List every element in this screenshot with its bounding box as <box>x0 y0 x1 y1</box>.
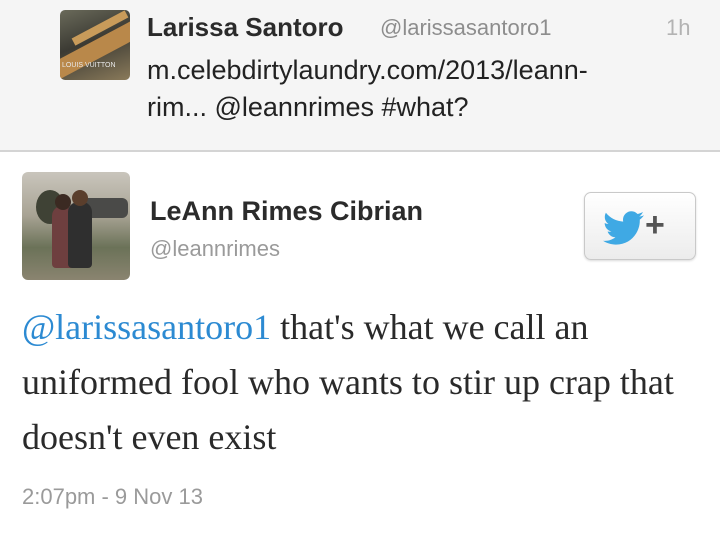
avatar-detail <box>72 190 88 206</box>
tweet-timestamp[interactable]: 2:07pm - 9 Nov 13 <box>22 484 203 510</box>
avatar-detail <box>55 194 71 210</box>
main-author-name[interactable]: LeAnn Rimes Cibrian <box>150 196 423 227</box>
reply-tweet-text-line: rim... @leannrimes #what? <box>147 92 469 122</box>
main-tweet-text: @larissasantoro1 that's what we call an … <box>22 300 702 465</box>
main-author-avatar[interactable] <box>22 172 130 280</box>
avatar-detail <box>68 202 92 268</box>
avatar-brand-text: LOUIS VUITTON <box>62 62 116 69</box>
reply-author-handle[interactable]: @larissasantoro1 <box>380 15 552 41</box>
twitter-bird-icon <box>603 211 644 245</box>
tweet-screenshot: LOUIS VUITTON Larissa Santoro @larissasa… <box>0 0 720 541</box>
follow-button[interactable]: + <box>584 192 696 260</box>
reply-tweet[interactable]: LOUIS VUITTON Larissa Santoro @larissasa… <box>0 0 720 152</box>
main-author-handle[interactable]: @leannrimes <box>150 236 280 262</box>
reply-tweet-text: m.celebdirtylaundry.com/2013/leann- rim.… <box>147 52 687 126</box>
reply-author-avatar[interactable]: LOUIS VUITTON <box>60 10 130 80</box>
reply-tweet-link[interactable]: m.celebdirtylaundry.com/2013/leann- <box>147 52 687 89</box>
reply-time: 1h <box>666 15 691 40</box>
follow-plus-label: + <box>645 206 665 244</box>
reply-author-name[interactable]: Larissa Santoro <box>147 12 344 43</box>
mention-link[interactable]: @larissasantoro1 <box>22 307 271 347</box>
